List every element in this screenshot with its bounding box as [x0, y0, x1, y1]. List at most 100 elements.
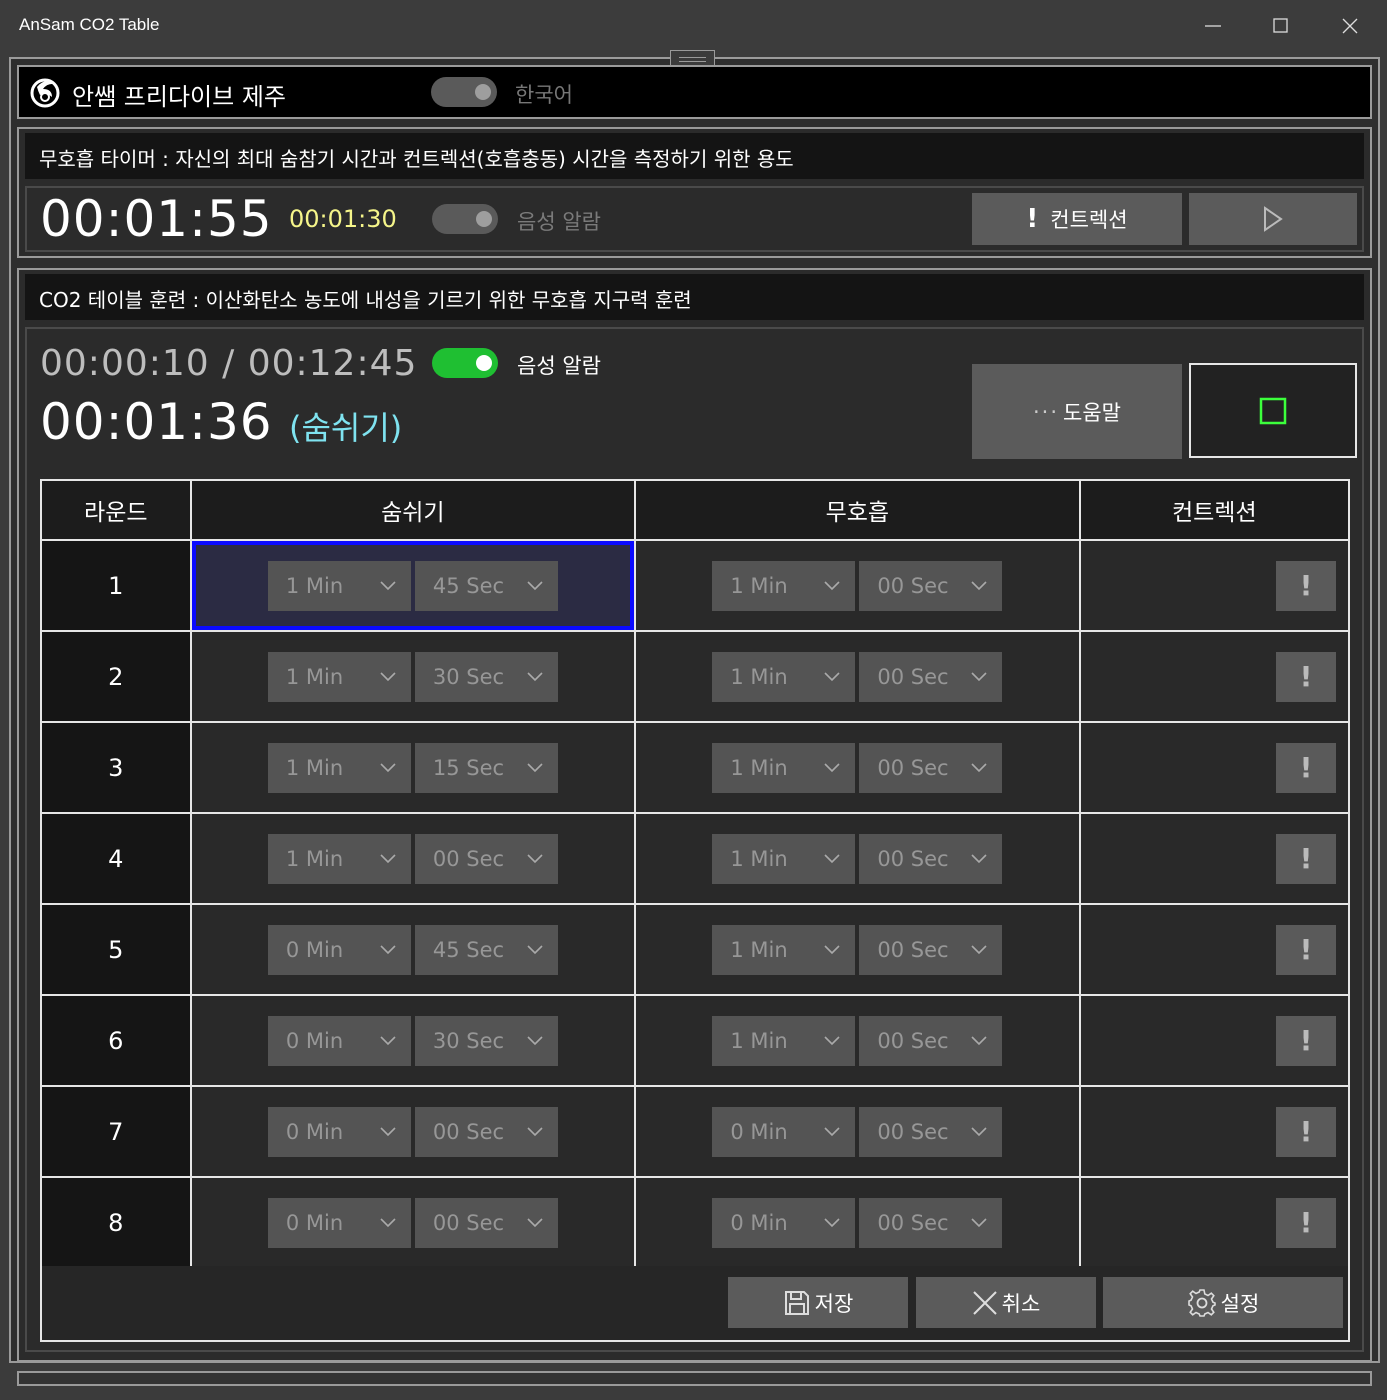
exclamation-icon: !	[1299, 660, 1313, 693]
hold-seconds-select[interactable]: 00 Sec	[859, 1197, 1003, 1248]
maximize-icon[interactable]	[1258, 8, 1304, 44]
contraction-cell: !	[1078, 630, 1351, 723]
breathe-seconds-select[interactable]: 30 Sec	[414, 651, 558, 702]
exclamation-icon: !	[1299, 933, 1313, 966]
breathe-cell: 0 Min 00 Sec	[189, 1176, 637, 1269]
gear-icon	[1187, 1288, 1216, 1317]
round-contraction-button[interactable]: !	[1276, 1197, 1336, 1248]
breathe-seconds-select[interactable]: 00 Sec	[414, 1197, 558, 1248]
breathe-cell: 1 Min 45 Sec	[189, 539, 637, 632]
breathe-minutes-select[interactable]: 1 Min	[267, 560, 411, 611]
breathe-minutes-select[interactable]: 1 Min	[267, 651, 411, 702]
logo-icon	[30, 78, 60, 108]
close-icon[interactable]	[1327, 8, 1373, 44]
co2-voice-alarm-toggle[interactable]	[432, 348, 498, 378]
hold-seconds-select[interactable]: 00 Sec	[859, 560, 1003, 611]
table-row: 5 0 Min 45 Sec 1 Min 00 Sec!	[40, 903, 1351, 996]
play-button[interactable]	[1189, 193, 1357, 245]
breath-hold-timer-panel: 무호흡 타이머 : 자신의 최대 숨참기 시간과 컨트렉션(호흡충동) 시간을 …	[17, 127, 1372, 258]
minimize-icon[interactable]	[1190, 8, 1236, 44]
breathe-minutes-select-value: 1 Min	[285, 846, 344, 871]
timer-voice-alarm-toggle[interactable]	[432, 204, 498, 234]
breathe-seconds-select[interactable]: 00 Sec	[414, 833, 558, 884]
table-row: 2 1 Min 30 Sec 1 Min 00 Sec!	[40, 630, 1351, 723]
hold-seconds-select-value: 00 Sec	[877, 1210, 949, 1235]
hold-seconds-select-value: 00 Sec	[877, 1028, 949, 1053]
round-number: 5	[40, 903, 192, 996]
hold-minutes-select[interactable]: 1 Min	[712, 833, 856, 884]
breathe-seconds-select-value: 15 Sec	[432, 755, 505, 780]
round-contraction-button[interactable]: !	[1276, 1106, 1336, 1157]
round-contraction-button[interactable]: !	[1276, 833, 1336, 884]
breathe-minutes-select[interactable]: 1 Min	[267, 833, 411, 884]
table-footer: 저장 취소 설정	[40, 1266, 1350, 1342]
hold-cell: 0 Min 00 Sec	[634, 1085, 1081, 1178]
breathe-seconds-select[interactable]: 45 Sec	[414, 924, 558, 975]
round-number: 1	[40, 539, 192, 632]
breathe-minutes-select[interactable]: 0 Min	[267, 1197, 411, 1248]
hold-minutes-select[interactable]: 0 Min	[712, 1197, 856, 1248]
breathe-seconds-select[interactable]: 45 Sec	[414, 560, 558, 611]
settings-button[interactable]: 설정	[1103, 1277, 1343, 1328]
hold-minutes-select-value: 1 Min	[730, 755, 788, 780]
hold-seconds-select-value: 00 Sec	[877, 846, 949, 871]
exclamation-icon: !	[1299, 842, 1313, 875]
breathe-minutes-select[interactable]: 0 Min	[267, 924, 411, 975]
table-row: 3 1 Min 15 Sec 1 Min 00 Sec!	[40, 721, 1351, 814]
round-contraction-button[interactable]: !	[1276, 560, 1336, 611]
hold-seconds-select[interactable]: 00 Sec	[859, 833, 1003, 884]
round-contraction-button[interactable]: !	[1276, 924, 1336, 975]
breathe-seconds-select[interactable]: 00 Sec	[414, 1106, 558, 1157]
header-breathe: 숨쉬기	[189, 479, 637, 541]
x-icon	[972, 1290, 997, 1315]
stop-button[interactable]	[1189, 363, 1357, 458]
hold-seconds-select-value: 00 Sec	[877, 664, 949, 689]
language-toggle[interactable]	[431, 77, 497, 107]
table-row: 7 0 Min 00 Sec 0 Min 00 Sec!	[40, 1085, 1351, 1178]
hold-seconds-select[interactable]: 00 Sec	[859, 924, 1003, 975]
hold-cell: 1 Min 00 Sec	[634, 994, 1081, 1087]
save-label: 저장	[814, 1291, 854, 1316]
breathe-seconds-select[interactable]: 15 Sec	[414, 742, 558, 793]
cancel-button[interactable]: 취소	[916, 1277, 1096, 1328]
contraction-cell: !	[1078, 721, 1351, 814]
round-contraction-button[interactable]: !	[1276, 1015, 1336, 1066]
hold-minutes-select[interactable]: 1 Min	[712, 924, 856, 975]
hold-minutes-select-value: 1 Min	[730, 664, 788, 689]
round-contraction-button[interactable]: !	[1276, 742, 1336, 793]
breathe-seconds-select-value: 00 Sec	[432, 1119, 505, 1144]
hold-seconds-select-value: 00 Sec	[877, 755, 949, 780]
window-titlebar: AnSam CO2 Table	[0, 0, 1387, 50]
contraction-button[interactable]: ! 컨트렉션	[972, 193, 1182, 245]
save-button[interactable]: 저장	[728, 1277, 908, 1328]
breathe-seconds-select-value: 00 Sec	[432, 1210, 505, 1235]
round-contraction-button[interactable]: !	[1276, 651, 1336, 702]
breathe-minutes-select-value: 1 Min	[285, 664, 344, 689]
round-number: 6	[40, 994, 192, 1087]
breathe-minutes-select[interactable]: 0 Min	[267, 1015, 411, 1066]
hold-seconds-select[interactable]: 00 Sec	[859, 651, 1003, 702]
hold-seconds-select[interactable]: 00 Sec	[859, 742, 1003, 793]
hold-seconds-select-value: 00 Sec	[877, 1119, 949, 1144]
hold-seconds-select[interactable]: 00 Sec	[859, 1106, 1003, 1157]
header-hold: 무호흡	[634, 479, 1081, 541]
breathe-cell: 1 Min 15 Sec	[189, 721, 637, 814]
hold-cell: 1 Min 00 Sec	[634, 630, 1081, 723]
hold-minutes-select[interactable]: 1 Min	[712, 742, 856, 793]
breathe-minutes-select[interactable]: 0 Min	[267, 1106, 411, 1157]
hold-seconds-select[interactable]: 00 Sec	[859, 1015, 1003, 1066]
hold-minutes-select[interactable]: 1 Min	[712, 560, 856, 611]
hold-minutes-select[interactable]: 1 Min	[712, 651, 856, 702]
breathe-seconds-select[interactable]: 30 Sec	[414, 1015, 558, 1066]
hold-minutes-select[interactable]: 1 Min	[712, 1015, 856, 1066]
contraction-cell: !	[1078, 1085, 1351, 1178]
header-contraction: 컨트렉션	[1078, 479, 1351, 541]
hold-minutes-select[interactable]: 0 Min	[712, 1106, 856, 1157]
contraction-cell: !	[1078, 539, 1351, 632]
help-button-label: 도움말	[1063, 400, 1121, 425]
breathe-minutes-select[interactable]: 1 Min	[267, 742, 411, 793]
timer-voice-alarm-label: 음성 알람	[517, 210, 601, 234]
help-button[interactable]: ··· 도움말	[972, 364, 1182, 459]
breathe-seconds-select-value: 00 Sec	[432, 846, 505, 871]
contraction-cell: !	[1078, 994, 1351, 1087]
